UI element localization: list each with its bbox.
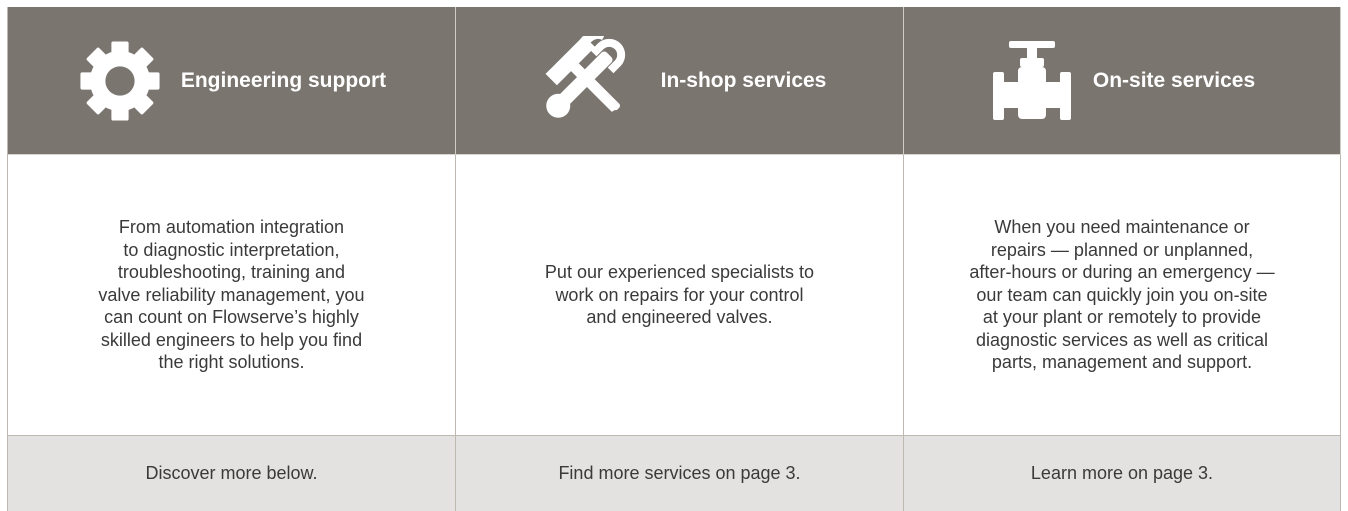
description-line: can count on Flowserve’s highly xyxy=(104,307,359,328)
description-line: diagnostic services as well as critical xyxy=(975,329,1269,350)
description-text: When you need maintenance or repairs — p… xyxy=(969,216,1274,374)
description-text: From automation integration to diagnosti… xyxy=(98,216,364,374)
in-shop-services-header: In-shop services xyxy=(456,7,904,154)
footer-link-text: Find more services on page 3. xyxy=(558,463,801,483)
on-site-services-description: When you need maintenance or repairs — p… xyxy=(904,154,1341,436)
in-shop-services-description: Put our experienced specialists to work … xyxy=(456,154,904,436)
description-line: Put our experienced specialists to xyxy=(544,262,815,283)
footer-link-text: Discover more below. xyxy=(145,463,318,483)
description-line: When you need maintenance or xyxy=(994,217,1250,238)
description-line: troubleshooting, training and xyxy=(117,262,346,283)
column-title: Engineering support xyxy=(180,68,387,92)
description-line: and engineered valves. xyxy=(586,307,773,328)
in-shop-services-footer: Find more services on page 3. xyxy=(456,436,904,511)
engineering-support-footer: Discover more below. xyxy=(8,436,456,511)
description-text: Put our experienced specialists to work … xyxy=(545,261,814,329)
column-title: In-shop services xyxy=(660,68,827,92)
description-line: to diagnostic interpretation, xyxy=(123,239,340,260)
description-line: work on repairs for your control xyxy=(555,284,804,305)
gear-icon xyxy=(77,38,163,124)
description-line: our team can quickly join you on-site xyxy=(976,284,1268,305)
description-line: repairs — planned or unplanned, xyxy=(990,239,1254,260)
column-title: On-site services xyxy=(1092,68,1256,92)
description-line: valve reliability management, you xyxy=(98,284,365,305)
description-line: after-hours or during an emergency — xyxy=(969,262,1275,283)
engineering-support-description: From automation integration to diagnosti… xyxy=(8,154,456,436)
description-line: skilled engineers to help you find xyxy=(100,329,363,350)
wrench-hammer-icon xyxy=(533,35,643,126)
engineering-support-header: Engineering support xyxy=(8,7,456,154)
on-site-services-header: On-site services xyxy=(904,7,1341,154)
valve-icon xyxy=(989,38,1075,124)
services-table: Engineering support In-shop services On-… xyxy=(7,7,1341,511)
footer-link-text: Learn more on page 3. xyxy=(1030,463,1214,483)
description-line: parts, management and support. xyxy=(991,352,1253,373)
on-site-services-footer: Learn more on page 3. xyxy=(904,436,1341,511)
description-line: the right solutions. xyxy=(158,352,305,373)
description-line: From automation integration xyxy=(118,217,345,238)
description-line: at your plant or remotely to provide xyxy=(982,307,1262,328)
